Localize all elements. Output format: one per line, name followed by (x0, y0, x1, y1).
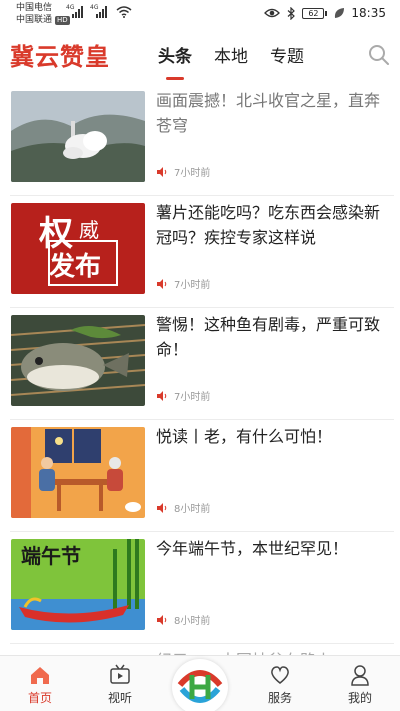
tab-local[interactable]: 本地 (214, 42, 248, 67)
tv-icon (110, 664, 130, 684)
eye-icon (264, 8, 281, 18)
speaker-icon[interactable] (156, 614, 168, 625)
nav-label: 我的 (347, 691, 372, 705)
news-title: 警惕！这种鱼有剧毒，严重可致命！ (156, 315, 381, 359)
tab-headlines[interactable]: 头条 (158, 42, 192, 80)
news-meta: 7小时前 (156, 276, 210, 291)
news-time: 7小时前 (174, 168, 211, 179)
brand-logo-text: 冀云赞皇 (10, 43, 110, 71)
news-title: 悦读丨老，有什么可怕！ (156, 427, 333, 446)
news-meta: 7小时前 (156, 388, 210, 403)
news-item[interactable]: 端午节 今年端午节，本世纪罕见！ 8小时前 (10, 532, 394, 644)
news-meta: 8小时前 (156, 500, 210, 515)
app-screen: 中国电信 中国联通 HD 4G 4G 62 18:35 冀云赞皇 头条 本地 专… (0, 0, 400, 711)
rocket-launch-image (11, 91, 145, 182)
signal-1-icon (72, 6, 83, 18)
bluetooth-icon (288, 6, 296, 20)
authority-char-3: 发布 (48, 251, 101, 282)
person-icon (351, 665, 369, 686)
news-item[interactable]: 权 威 发布 薯片还能吃吗？吃东西会感染新冠吗？疾控专家这样说 7小时前 (10, 196, 394, 308)
channel-tabs: 头条 本地 专题 (158, 42, 304, 80)
app-header: 冀云赞皇 头条 本地 专题 (0, 28, 400, 80)
clock: 18:35 (351, 6, 386, 20)
news-time: 8小时前 (174, 504, 211, 515)
news-thumbnail (11, 91, 145, 182)
authority-char-1: 权 (38, 214, 73, 254)
nav-label: 首页 (27, 691, 52, 705)
news-thumbnail (11, 427, 145, 518)
news-meta: 8小时前 (156, 612, 210, 627)
news-title: 薯片还能吃吗？吃东西会感染新冠吗？疾控专家这样说 (156, 203, 381, 247)
home-icon (31, 667, 49, 684)
wifi-icon (116, 6, 132, 18)
nav-profile[interactable]: 我的 (330, 664, 390, 706)
nav-home[interactable]: 首页 (10, 664, 70, 706)
news-time: 7小时前 (174, 392, 211, 403)
hd-badge: HD (55, 15, 70, 25)
speaker-icon[interactable] (156, 390, 168, 401)
battery-icon: 62 (302, 7, 328, 19)
nav-label: 服务 (267, 691, 292, 705)
nav-services[interactable]: 服务 (250, 664, 310, 706)
dragon-boat-festival-image: 端午节 (11, 539, 145, 630)
news-item[interactable]: 悦读丨老，有什么可怕！ 8小时前 (10, 420, 394, 532)
news-item[interactable]: 画面震撼！北斗收官之星，直奔苍穹 7小时前 (10, 84, 394, 196)
carrier-info: 中国电信 中国联通 HD (16, 2, 70, 26)
news-list: 画面震撼！北斗收官之星，直奔苍穹 7小时前 权 威 发布 薯片还能吃吗？吃东西会… (0, 84, 400, 644)
carrier-2: 中国联通 (16, 15, 53, 25)
active-tab-indicator (166, 77, 184, 80)
search-icon[interactable] (368, 44, 390, 66)
news-title: 画面震撼！北斗收官之星，直奔苍穹 (156, 91, 381, 135)
leaf-icon (335, 8, 345, 18)
speaker-icon[interactable] (156, 166, 168, 177)
tab-label: 本地 (214, 47, 248, 67)
logo-icon (177, 670, 223, 703)
signal-2-icon (96, 6, 107, 18)
festival-text: 端午节 (21, 544, 81, 568)
news-time: 7小时前 (174, 280, 211, 291)
battery-level: 62 (302, 7, 325, 19)
status-right: 62 18:35 (264, 6, 386, 20)
center-logo-button[interactable] (172, 659, 228, 711)
authority-release-image: 权 威 发布 (11, 203, 145, 294)
news-thumbnail: 端午节 (11, 539, 145, 630)
pufferfish-image (11, 315, 145, 406)
tab-topics[interactable]: 专题 (270, 42, 304, 67)
status-bar: 中国电信 中国联通 HD 4G 4G 62 18:35 (0, 0, 400, 28)
speaker-icon[interactable] (156, 278, 168, 289)
news-title: 今年端午节，本世纪罕见！ (156, 539, 349, 558)
elderly-couple-illustration (11, 427, 145, 518)
news-thumbnail: 权 威 发布 (11, 203, 145, 294)
nav-media[interactable]: 视听 (90, 664, 150, 706)
authority-char-2: 威 (79, 218, 99, 242)
news-meta: 7小时前 (156, 164, 210, 179)
tab-label: 专题 (270, 47, 304, 67)
news-thumbnail (11, 315, 145, 406)
news-item[interactable]: 警惕！这种鱼有剧毒，严重可致命！ 7小时前 (10, 308, 394, 420)
nav-label: 视听 (107, 691, 132, 705)
news-time: 8小时前 (174, 616, 211, 627)
heart-icon (271, 666, 289, 684)
tab-label: 头条 (158, 47, 192, 67)
carrier-1: 中国电信 (16, 3, 53, 13)
speaker-icon[interactable] (156, 502, 168, 513)
